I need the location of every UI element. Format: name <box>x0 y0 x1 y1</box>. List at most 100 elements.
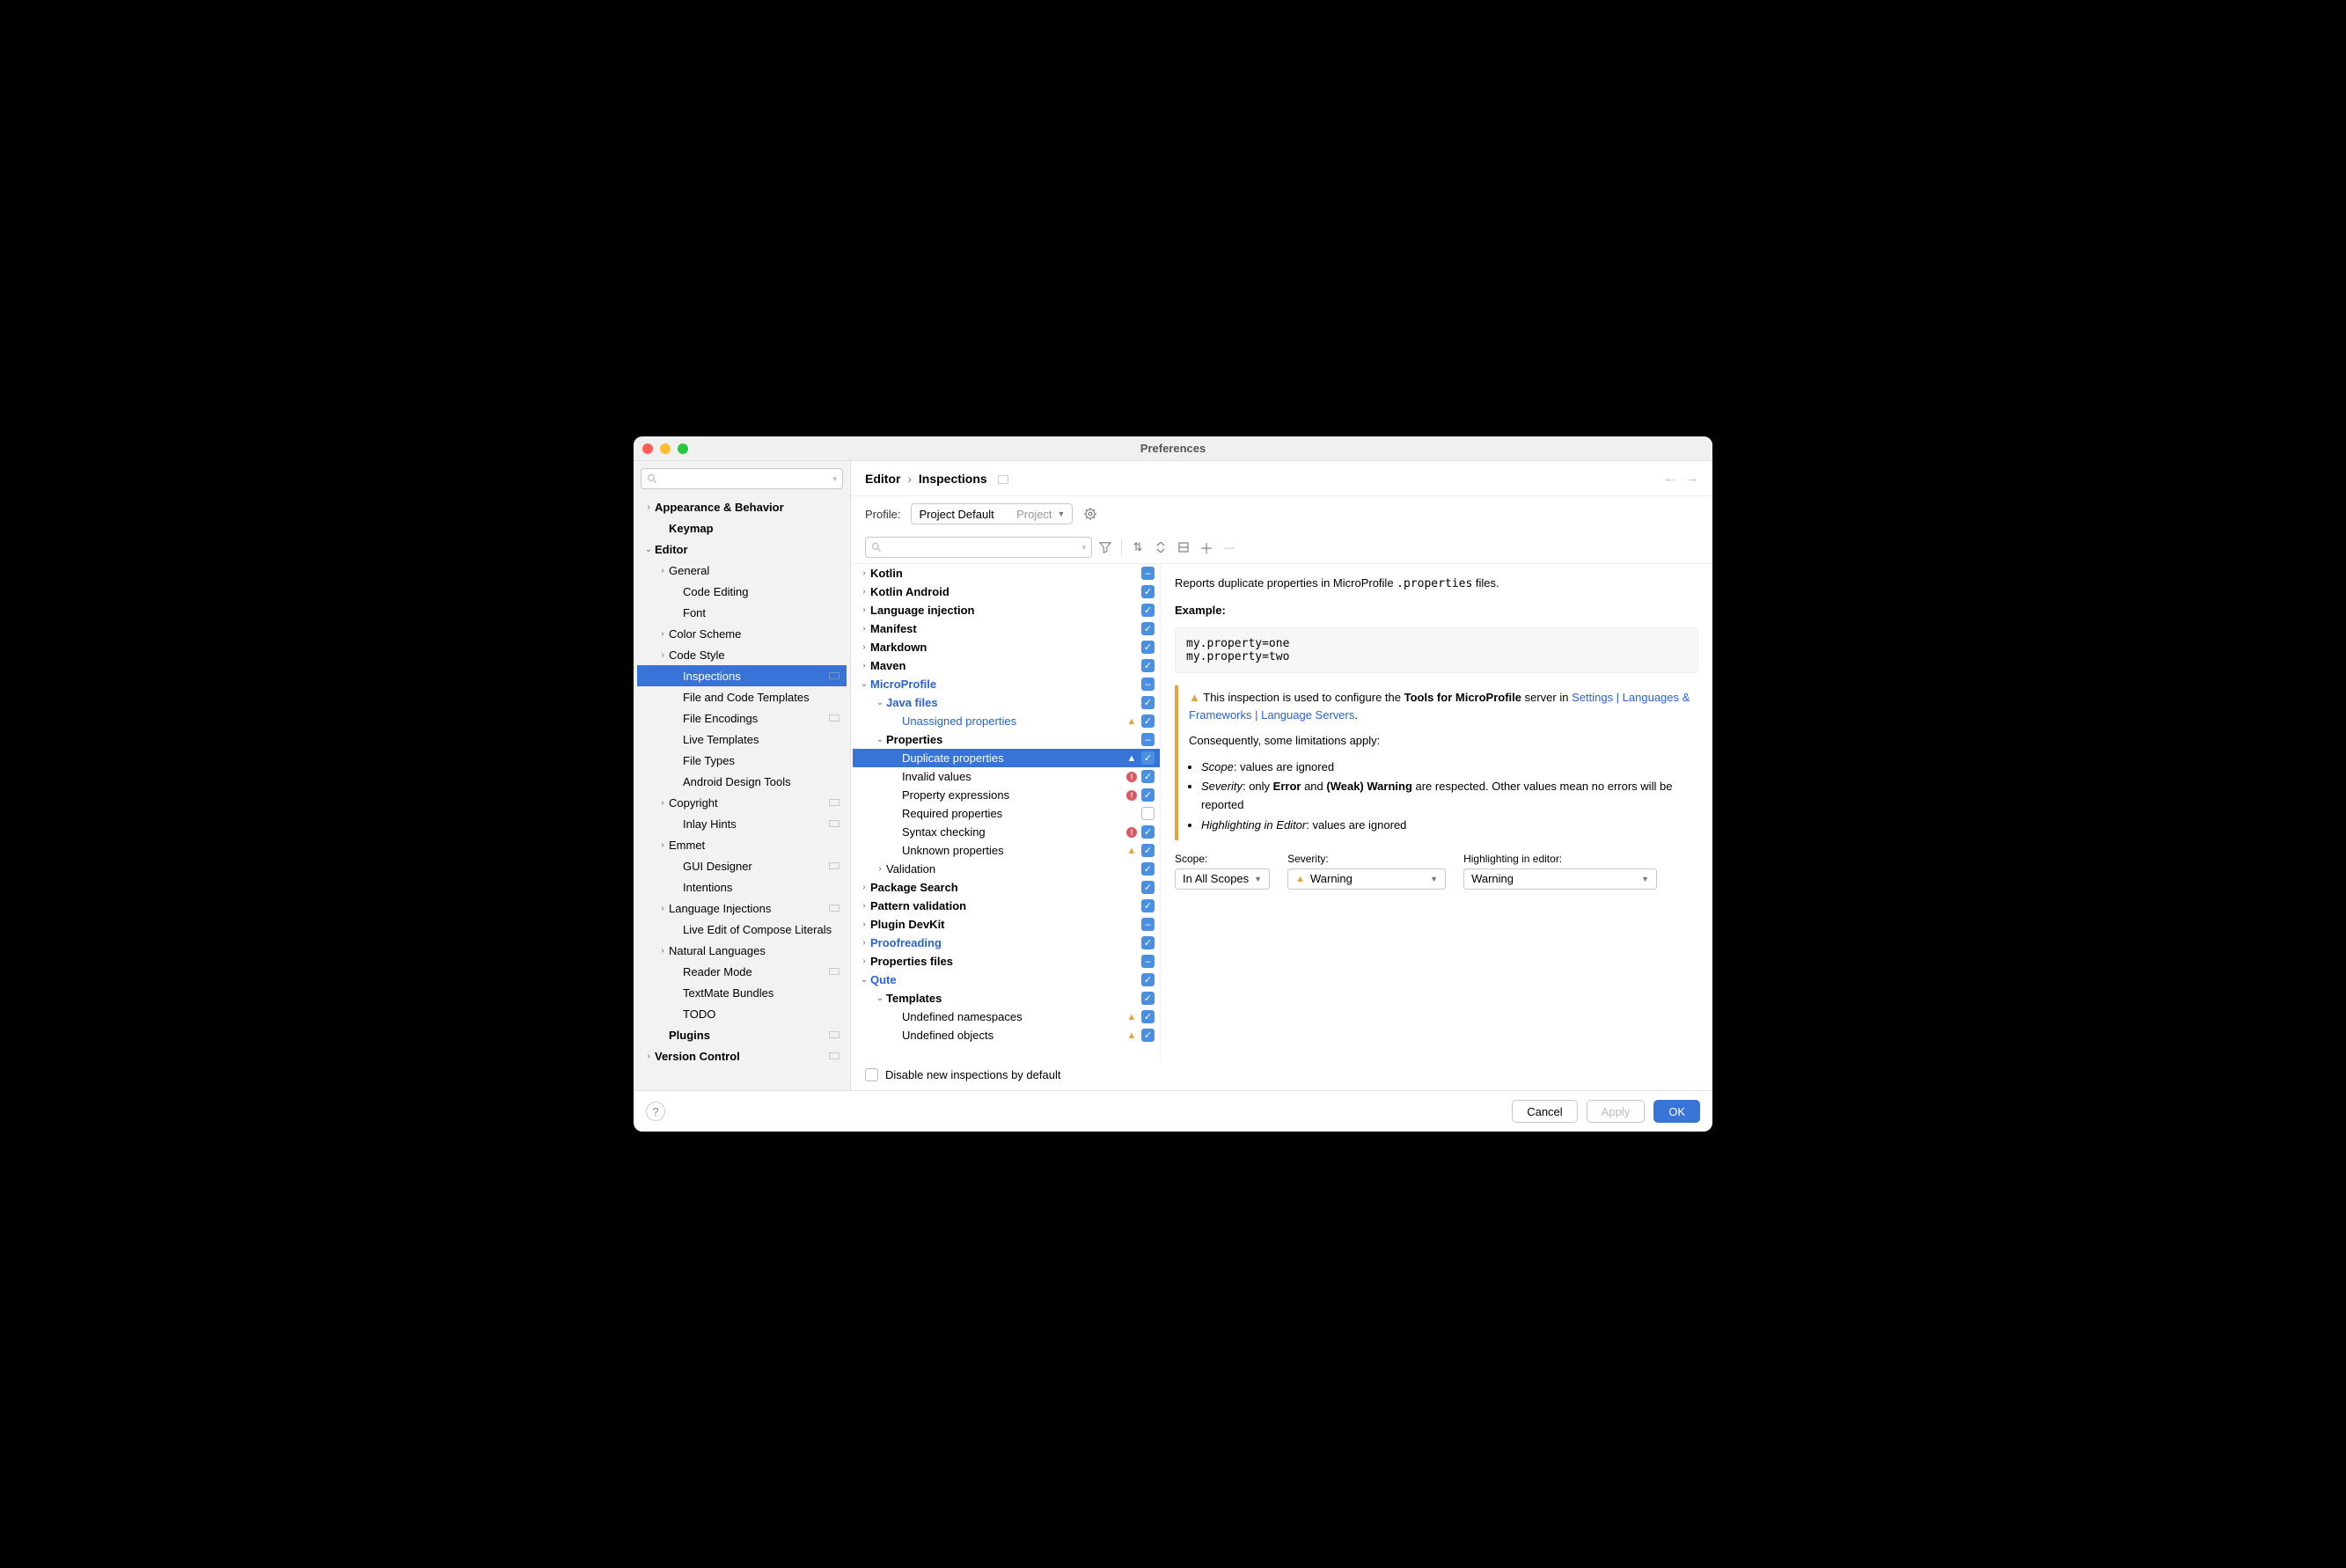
sidebar-item[interactable]: File Encodings <box>637 707 847 729</box>
gear-icon[interactable] <box>1083 507 1097 521</box>
inspection-checkbox[interactable]: – <box>1141 733 1155 746</box>
inspection-row[interactable]: ›Validation✓ <box>853 860 1160 878</box>
inspection-checkbox[interactable]: ✓ <box>1141 1010 1155 1023</box>
minimize-icon[interactable] <box>660 443 671 454</box>
sidebar-item[interactable]: GUI Designer <box>637 855 847 876</box>
settings-search-input[interactable] <box>661 473 832 485</box>
add-icon[interactable]: ＋ <box>1197 538 1216 557</box>
inspection-row[interactable]: ›Proofreading✓ <box>853 934 1160 952</box>
sidebar-item[interactable]: TODO <box>637 1003 847 1024</box>
sidebar-item[interactable]: ›General <box>637 560 847 581</box>
inspection-row[interactable]: ⌄Java files✓ <box>853 693 1160 712</box>
inspection-checkbox[interactable]: ✓ <box>1141 973 1155 986</box>
profile-dropdown[interactable]: Project Default Project ▼ <box>911 503 1073 524</box>
inspection-row[interactable]: Unassigned properties▲✓ <box>853 712 1160 730</box>
apply-button[interactable]: Apply <box>1587 1100 1646 1123</box>
close-icon[interactable] <box>642 443 653 454</box>
inspection-row[interactable]: ›Maven✓ <box>853 656 1160 675</box>
inspection-search[interactable]: ▾ <box>865 537 1092 558</box>
inspection-checkbox[interactable]: ✓ <box>1141 825 1155 839</box>
inspection-checkbox[interactable]: ✓ <box>1141 992 1155 1005</box>
inspection-checkbox[interactable]: ✓ <box>1141 936 1155 949</box>
inspection-row[interactable]: Required properties <box>853 804 1160 823</box>
inspection-row[interactable]: ›Package Search✓ <box>853 878 1160 897</box>
inspection-checkbox[interactable]: ✓ <box>1141 862 1155 876</box>
sidebar-item[interactable]: ›Natural Languages <box>637 940 847 961</box>
inspection-checkbox[interactable]: ✓ <box>1141 604 1155 617</box>
inspection-checkbox[interactable]: ✓ <box>1141 1029 1155 1042</box>
disable-new-checkbox[interactable] <box>865 1068 878 1081</box>
zoom-icon[interactable] <box>678 443 688 454</box>
inspection-row[interactable]: ⌄Properties– <box>853 730 1160 749</box>
sidebar-item[interactable]: File and Code Templates <box>637 686 847 707</box>
collapse-all-icon[interactable] <box>1151 538 1170 557</box>
inspection-checkbox[interactable]: – <box>1141 918 1155 931</box>
inspection-checkbox[interactable]: ✓ <box>1141 696 1155 709</box>
sidebar-item[interactable]: Inspections <box>637 665 847 686</box>
sidebar-item[interactable]: Plugins <box>637 1024 847 1045</box>
inspection-row[interactable]: Undefined objects▲✓ <box>853 1026 1160 1044</box>
inspection-checkbox[interactable]: ✓ <box>1141 641 1155 654</box>
sidebar-item[interactable]: Keymap <box>637 517 847 539</box>
inspection-checkbox[interactable]: – <box>1141 678 1155 691</box>
inspection-checkbox[interactable]: ✓ <box>1141 622 1155 635</box>
highlight-dropdown[interactable]: Warning ▼ <box>1463 868 1657 890</box>
inspection-checkbox[interactable]: ✓ <box>1141 788 1155 802</box>
inspection-checkbox[interactable]: ✓ <box>1141 899 1155 912</box>
inspection-checkbox[interactable]: – <box>1141 567 1155 580</box>
sidebar-item[interactable]: Intentions <box>637 876 847 898</box>
inspection-checkbox[interactable]: ✓ <box>1141 881 1155 894</box>
sidebar-item[interactable]: ›Code Style <box>637 644 847 665</box>
sidebar-item[interactable]: Android Design Tools <box>637 771 847 792</box>
inspection-checkbox[interactable] <box>1141 807 1155 820</box>
sidebar-item[interactable]: ›Language Injections <box>637 898 847 919</box>
remove-icon[interactable]: － <box>1220 538 1239 557</box>
sidebar-item[interactable]: ›Emmet <box>637 834 847 855</box>
inspection-row[interactable]: Undefined namespaces▲✓ <box>853 1007 1160 1026</box>
back-button[interactable]: ← <box>1663 471 1677 487</box>
inspection-row[interactable]: Invalid values!✓ <box>853 767 1160 786</box>
settings-search[interactable]: ▾ <box>641 468 843 489</box>
inspection-tree[interactable]: ›Kotlin–›Kotlin Android✓›Language inject… <box>853 564 1160 1059</box>
inspection-row[interactable]: Duplicate properties▲✓ <box>853 749 1160 767</box>
inspection-row[interactable]: ›Kotlin– <box>853 564 1160 583</box>
sidebar-item[interactable]: ›Color Scheme <box>637 623 847 644</box>
inspection-checkbox[interactable]: ✓ <box>1141 770 1155 783</box>
inspection-row[interactable]: ⌄Qute✓ <box>853 971 1160 989</box>
inspection-row[interactable]: ⌄Templates✓ <box>853 989 1160 1007</box>
inspection-row[interactable]: ›Pattern validation✓ <box>853 897 1160 915</box>
sidebar-item[interactable]: File Types <box>637 750 847 771</box>
severity-dropdown[interactable]: ▲ Warning ▼ <box>1287 868 1446 890</box>
scope-dropdown[interactable]: In All Scopes ▼ <box>1175 868 1270 890</box>
inspection-row[interactable]: ›Kotlin Android✓ <box>853 583 1160 601</box>
inspection-row[interactable]: ›Manifest✓ <box>853 619 1160 638</box>
help-button[interactable]: ? <box>646 1102 665 1121</box>
sidebar-item[interactable]: Live Templates <box>637 729 847 750</box>
expand-all-icon[interactable]: ⇅ <box>1128 538 1147 557</box>
crumb-editor[interactable]: Editor <box>865 472 900 486</box>
inspection-checkbox[interactable]: ✓ <box>1141 751 1155 765</box>
inspection-row[interactable]: ›Markdown✓ <box>853 638 1160 656</box>
forward-button[interactable]: → <box>1684 471 1698 487</box>
sidebar-item[interactable]: Code Editing <box>637 581 847 602</box>
inspection-row[interactable]: ⌄MicroProfile– <box>853 675 1160 693</box>
inspection-row[interactable]: Syntax checking!✓ <box>853 823 1160 841</box>
ok-button[interactable]: OK <box>1653 1100 1700 1123</box>
reset-icon[interactable] <box>1174 538 1193 557</box>
inspection-row[interactable]: ›Plugin DevKit– <box>853 915 1160 934</box>
inspection-checkbox[interactable]: ✓ <box>1141 714 1155 728</box>
sidebar-item[interactable]: ›Appearance & Behavior <box>637 496 847 517</box>
sidebar-item[interactable]: Inlay Hints <box>637 813 847 834</box>
settings-tree[interactable]: ›Appearance & BehaviorKeymap⌄Editor›Gene… <box>637 496 847 1090</box>
filter-icon[interactable] <box>1096 538 1115 557</box>
sidebar-item[interactable]: Live Edit of Compose Literals <box>637 919 847 940</box>
inspection-row[interactable]: Unknown properties▲✓ <box>853 841 1160 860</box>
inspection-checkbox[interactable]: ✓ <box>1141 659 1155 672</box>
sidebar-item[interactable]: Reader Mode <box>637 961 847 982</box>
inspection-row[interactable]: ›Language injection✓ <box>853 601 1160 619</box>
cancel-button[interactable]: Cancel <box>1512 1100 1577 1123</box>
sidebar-item[interactable]: ›Version Control <box>637 1045 847 1066</box>
inspection-search-input[interactable] <box>885 541 1081 553</box>
sidebar-item[interactable]: Font <box>637 602 847 623</box>
inspection-checkbox[interactable]: – <box>1141 955 1155 968</box>
